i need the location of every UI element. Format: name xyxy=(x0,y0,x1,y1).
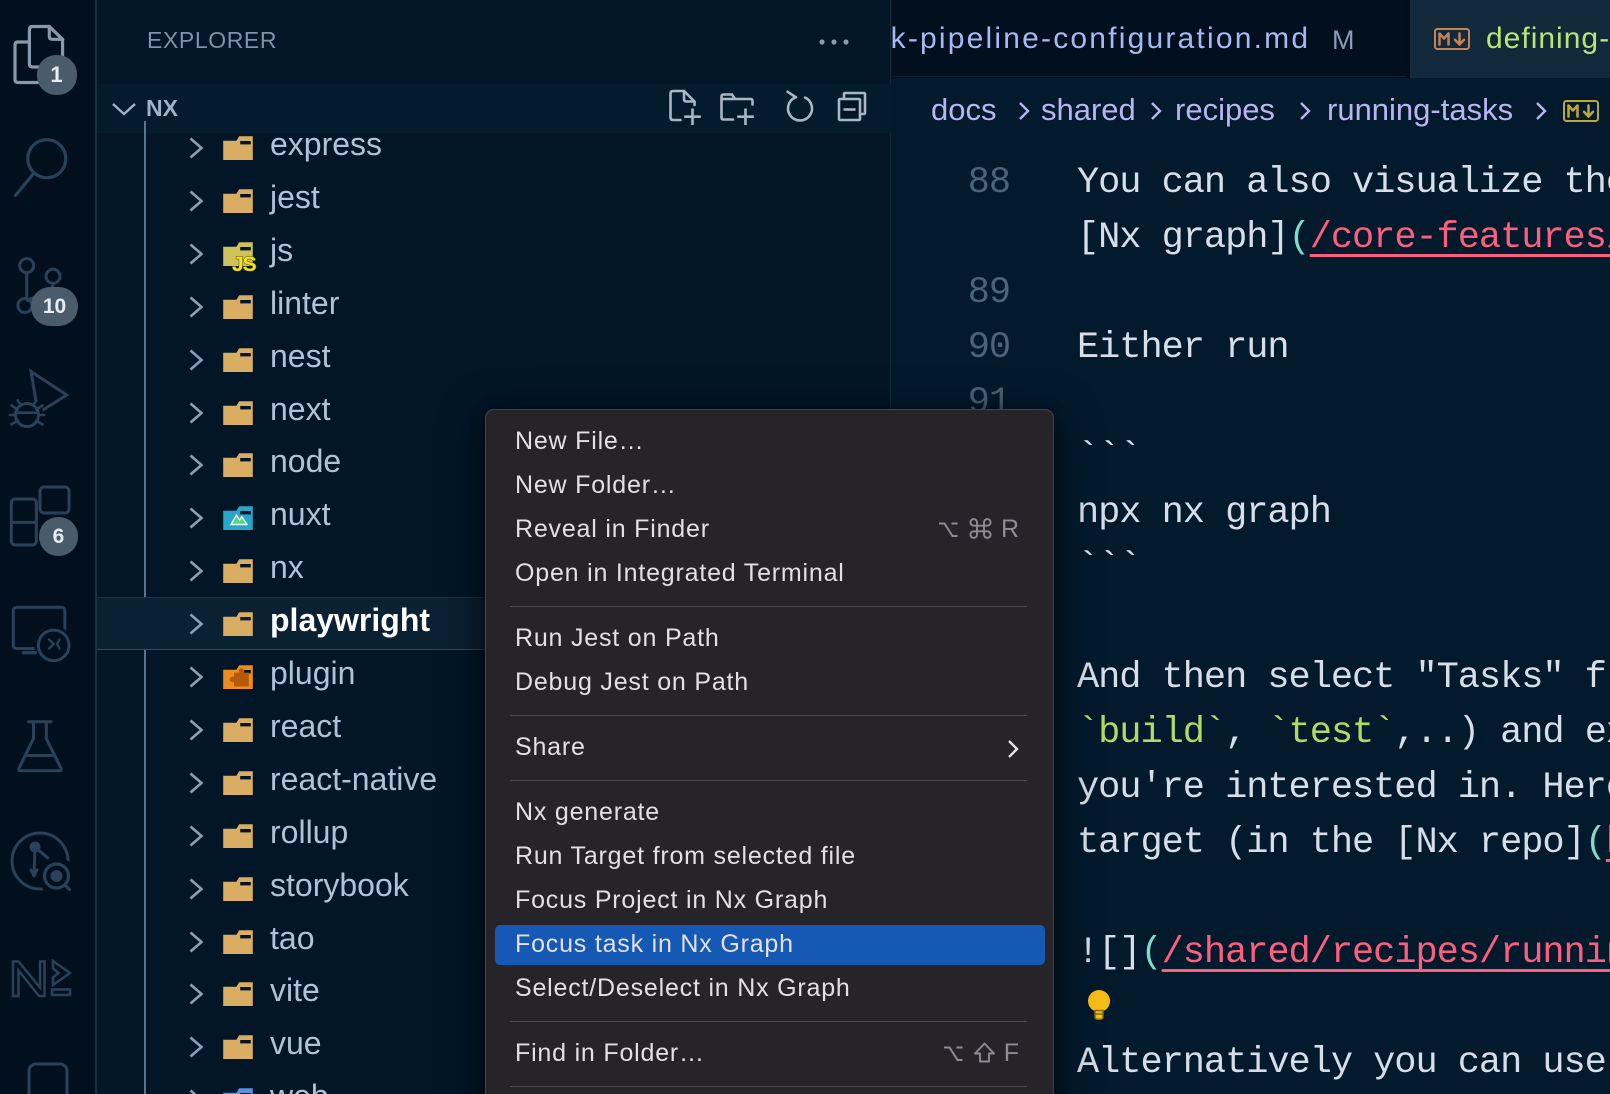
svg-text:JS: JS xyxy=(232,253,257,276)
